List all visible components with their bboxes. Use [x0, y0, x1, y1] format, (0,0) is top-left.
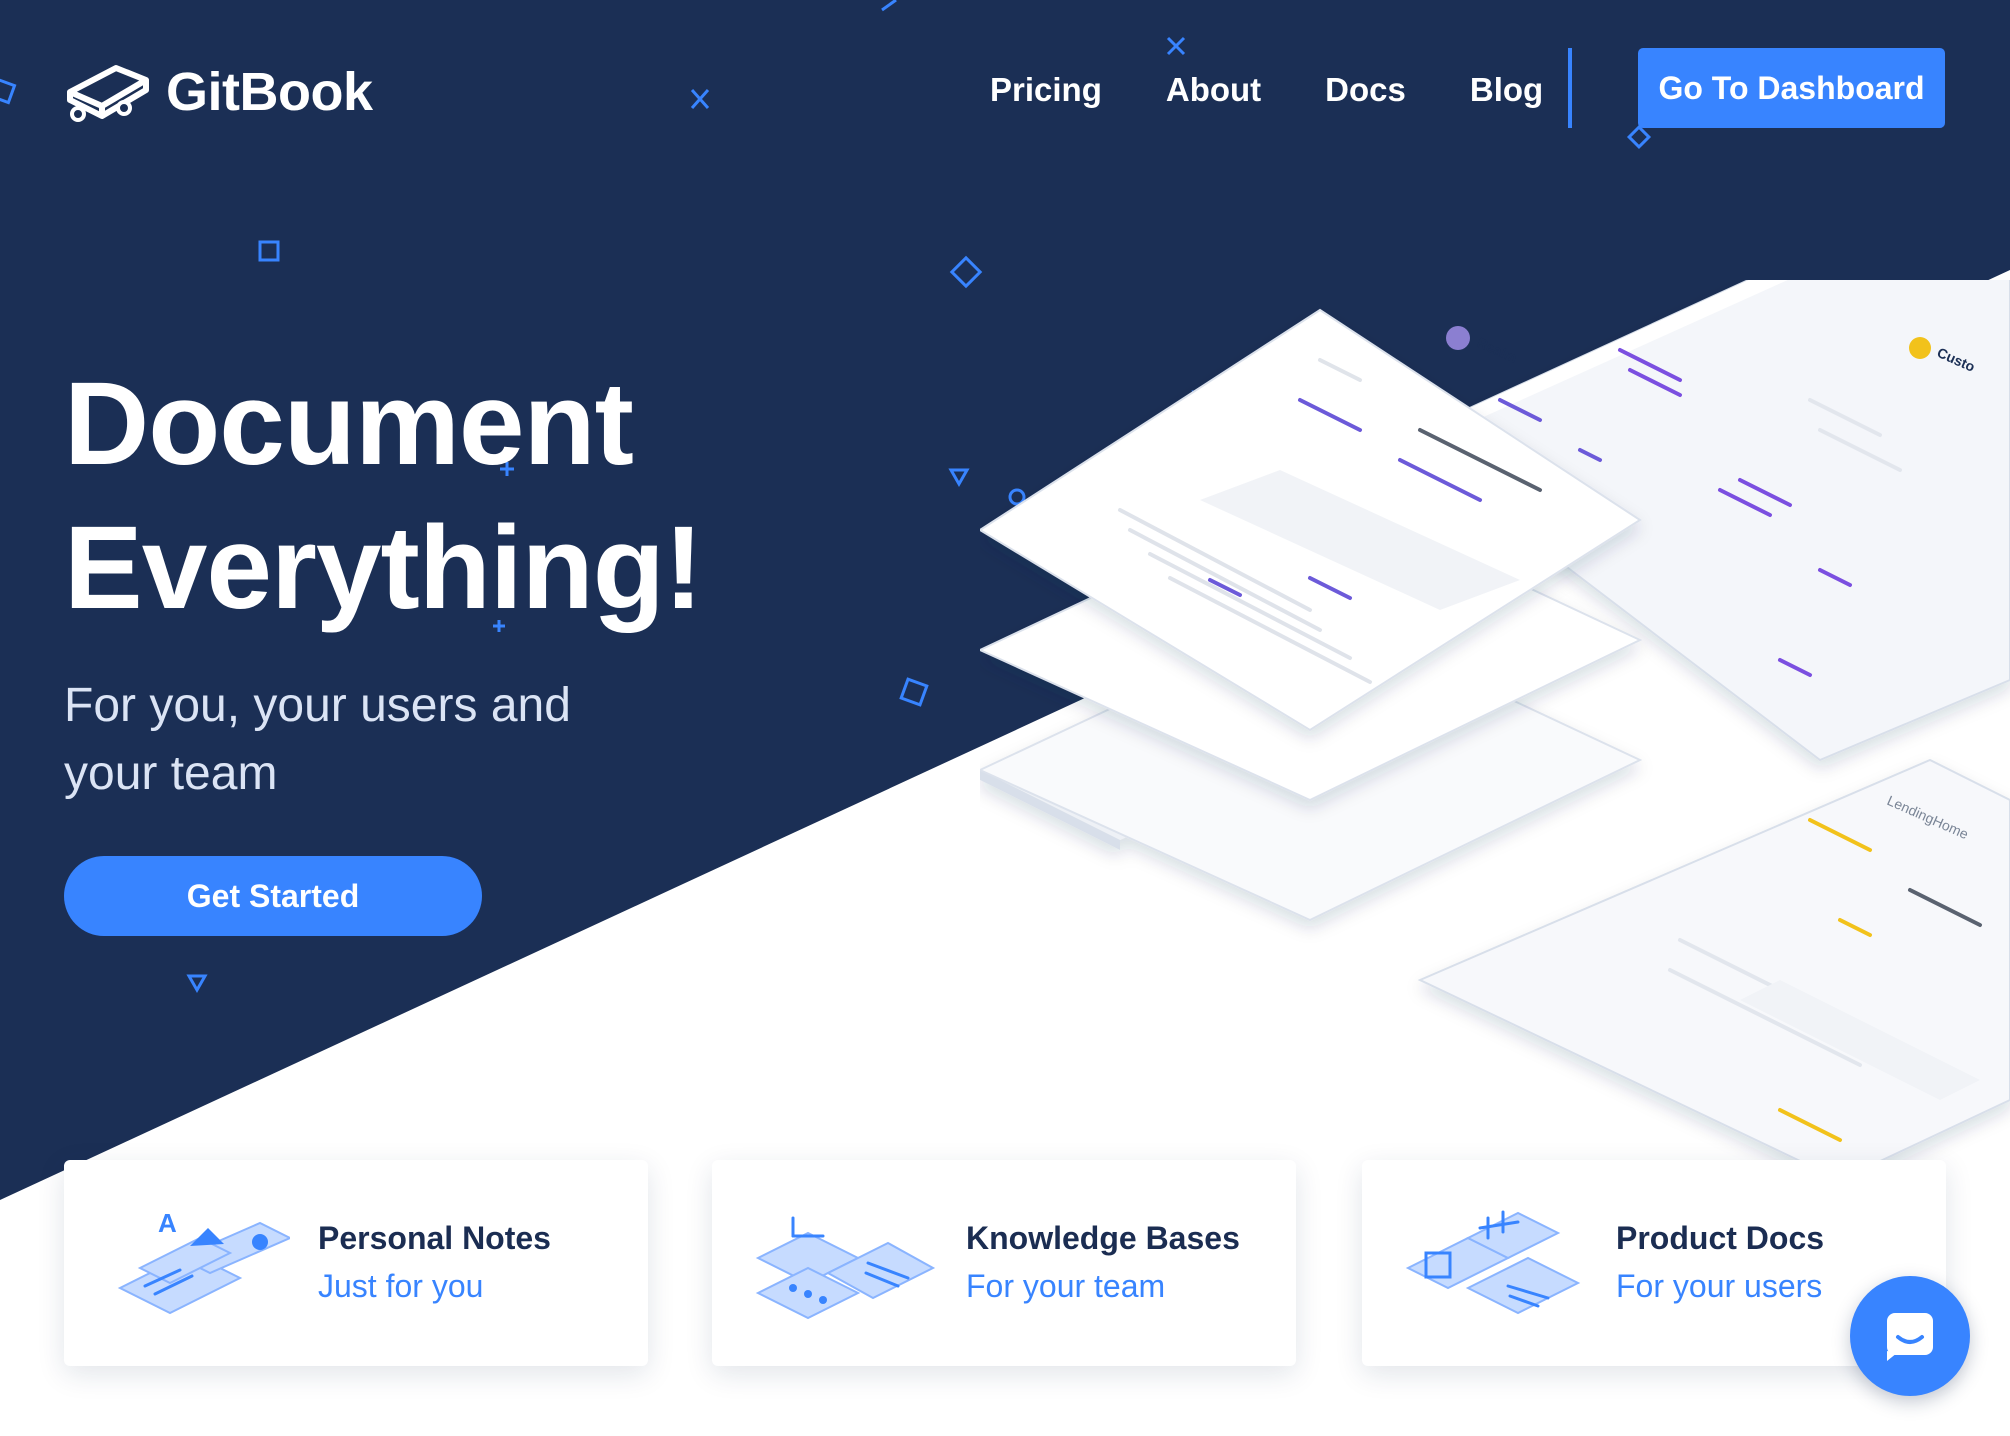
hero-title-line-1: Document: [64, 358, 634, 490]
card-title: Knowledge Bases: [966, 1220, 1240, 1256]
card-subtitle: Just for you: [318, 1268, 484, 1304]
hero-title: Document Everything!: [64, 352, 703, 640]
chat-launcher-button[interactable]: [1850, 1276, 1970, 1396]
get-started-button[interactable]: Get Started: [64, 856, 482, 936]
knowledge-bases-card[interactable]: Knowledge Bases For your team: [712, 1160, 1296, 1366]
personal-notes-card[interactable]: A Personal Notes Just for you: [64, 1160, 648, 1366]
top-nav: Pricing About Docs Blog: [990, 66, 1607, 114]
go-to-dashboard-button[interactable]: Go To Dashboard: [1638, 48, 1945, 128]
hero-subtitle: For you, your users and your team: [64, 679, 571, 800]
card-title: Personal Notes: [318, 1220, 551, 1256]
nav-divider: [1568, 48, 1572, 128]
nav-link-docs[interactable]: Docs: [1325, 66, 1406, 114]
chat-bubble-icon: [1887, 1313, 1933, 1361]
mockup-brand-realm: Realm: [1475, 334, 1520, 366]
hero-title-line-2: Everything!: [64, 502, 703, 634]
product-docs-icon: [1398, 1198, 1588, 1328]
nav-link-blog[interactable]: Blog: [1470, 66, 1543, 114]
book-logo-icon: [67, 65, 149, 122]
landing-page: GitBook Pricing About Docs Blog Go To Da…: [0, 0, 2010, 1436]
knowledge-bases-icon: [748, 1198, 938, 1328]
nav-link-pricing[interactable]: Pricing: [990, 66, 1102, 114]
svg-text:A: A: [158, 1208, 177, 1238]
nav-link-about[interactable]: About: [1166, 66, 1261, 114]
card-subtitle: For your team: [966, 1268, 1166, 1304]
gitbook-logo[interactable]: GitBook: [64, 58, 373, 126]
brand-name: GitBook: [166, 62, 373, 122]
personal-notes-icon: A: [100, 1198, 290, 1328]
docs-mockup-illustration: Realm Custo LendingHome: [980, 280, 2010, 1180]
card-title: Product Docs: [1616, 1220, 1825, 1256]
card-subtitle: For your users: [1616, 1268, 1823, 1304]
